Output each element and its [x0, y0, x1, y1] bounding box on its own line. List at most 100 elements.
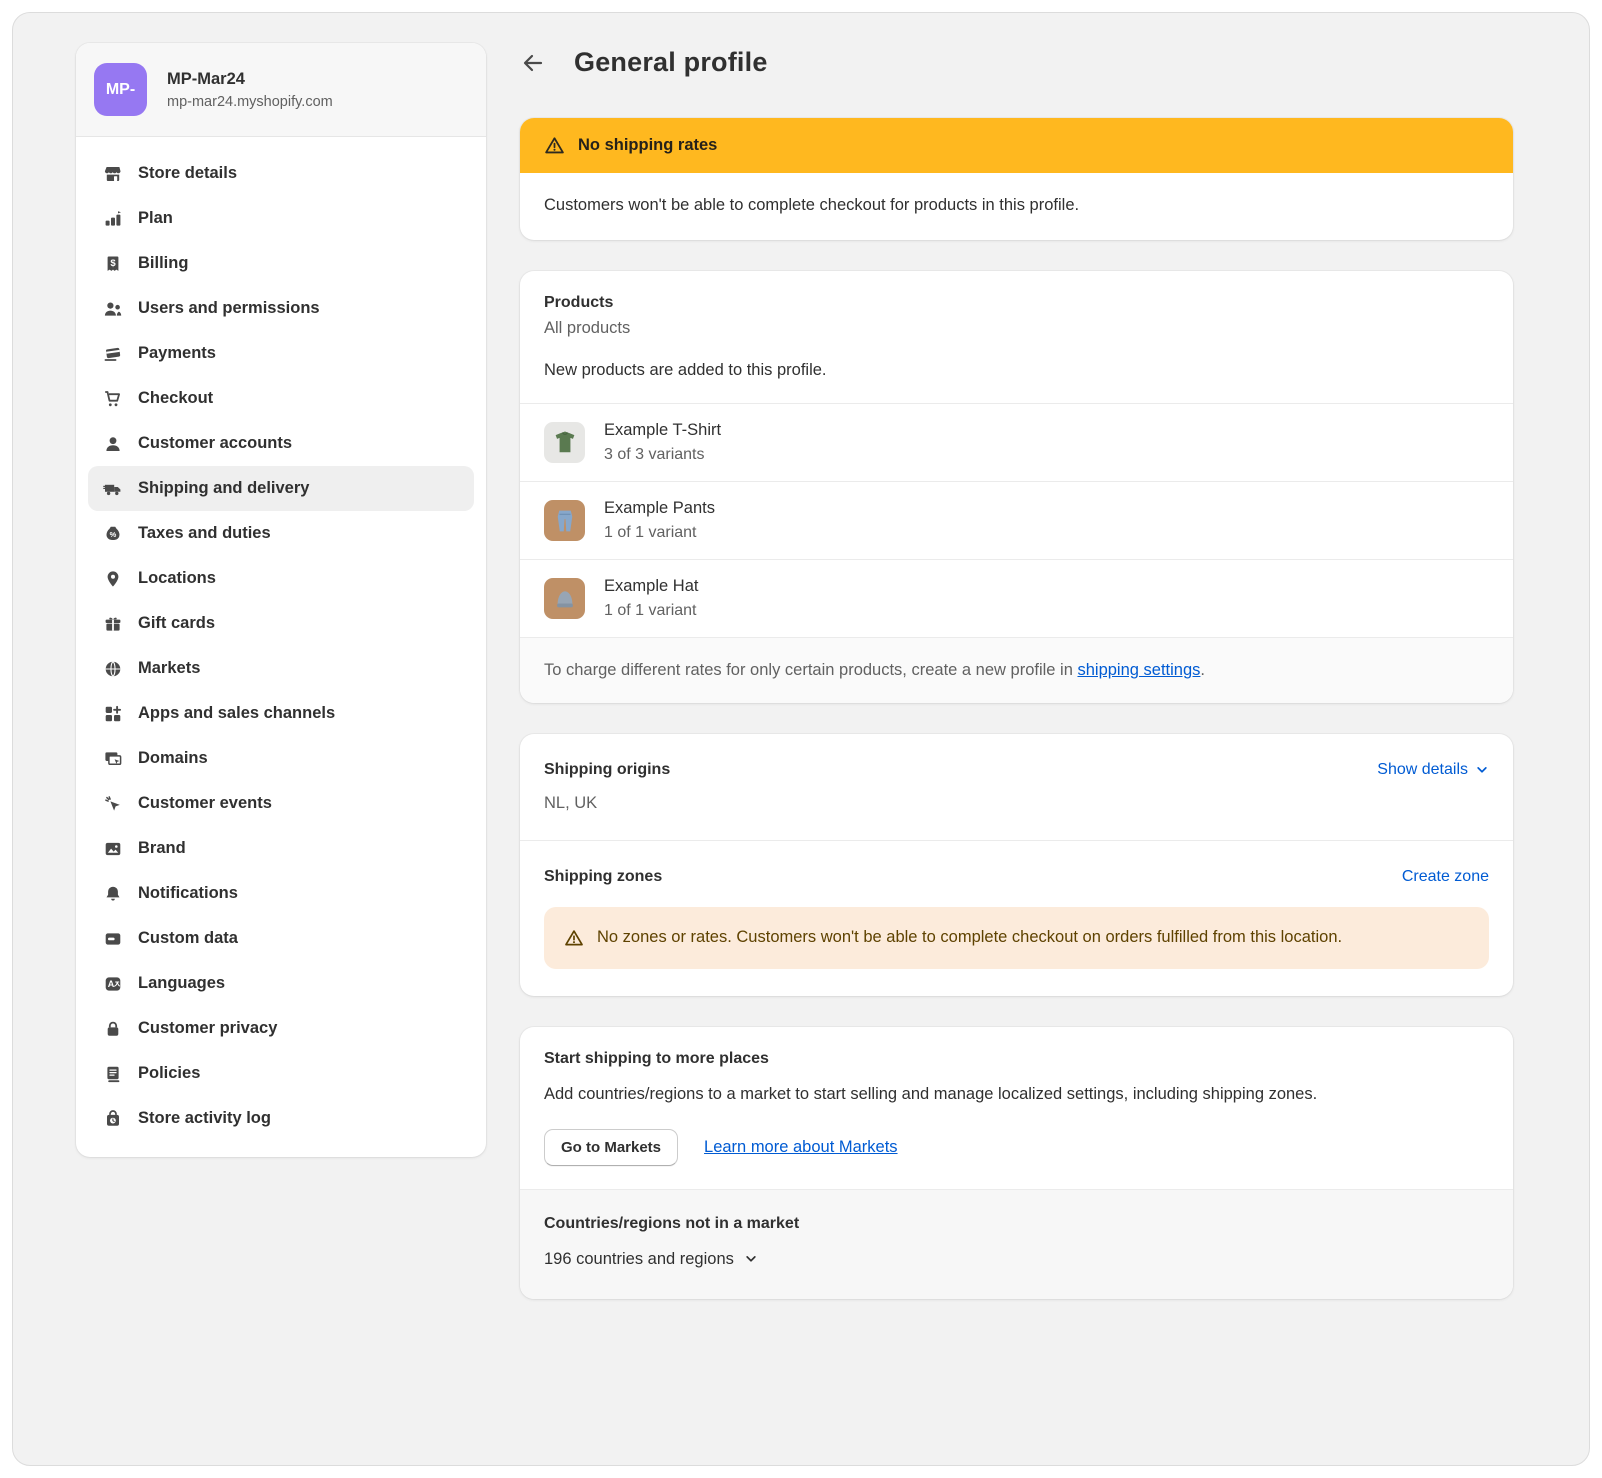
countries-footer: Countries/regions not in a market 196 co…	[520, 1189, 1513, 1299]
chevron-down-icon	[744, 1252, 758, 1266]
activity-icon	[103, 1109, 123, 1129]
payments-icon	[103, 344, 123, 364]
banner-body: Customers won't be able to complete chec…	[520, 173, 1513, 240]
product-row: Example T-Shirt 3 of 3 variants	[520, 403, 1513, 481]
page-header: General profile	[520, 47, 1513, 78]
gift-icon	[103, 614, 123, 634]
lang-icon	[103, 974, 123, 994]
learn-more-markets-link[interactable]: Learn more about Markets	[704, 1138, 898, 1157]
products-footer-period: .	[1200, 661, 1205, 679]
markets-section: Start shipping to more places Add countr…	[520, 1027, 1513, 1189]
tshirt-thumbnail	[544, 422, 585, 463]
sidebar-item-checkout[interactable]: Checkout	[88, 376, 474, 421]
page-title: General profile	[574, 47, 768, 78]
billing-icon	[103, 254, 123, 274]
sidebar-item-apps-and-sales-channels[interactable]: Apps and sales channels	[88, 691, 474, 736]
taxes-icon	[103, 524, 123, 544]
countries-count-disclosure[interactable]: 196 countries and regions	[544, 1250, 1489, 1269]
shipping-origins-title: Shipping origins	[544, 761, 670, 779]
products-footer-text: To charge different rates for only certa…	[544, 661, 1077, 679]
sidebar-item-brand[interactable]: Brand	[88, 826, 474, 871]
shipping-settings-link[interactable]: shipping settings	[1077, 661, 1200, 679]
countries-footer-title: Countries/regions not in a market	[544, 1215, 1489, 1233]
product-list: Example T-Shirt 3 of 3 variants Example …	[520, 403, 1513, 637]
product-variants: 1 of 1 variant	[604, 524, 715, 542]
sidebar-item-store-activity-log[interactable]: Store activity log	[88, 1096, 474, 1141]
pants-thumbnail	[544, 500, 585, 541]
product-name: Example T-Shirt	[604, 421, 721, 440]
chevron-down-icon	[1475, 763, 1489, 777]
shipping-origins-zones-card: Shipping origins Show details NL, UK Shi…	[520, 734, 1513, 996]
shipping-origins-value: NL, UK	[544, 794, 1489, 813]
events-icon	[103, 794, 123, 814]
shipping-icon	[103, 479, 123, 499]
settings-menu: Store details Plan Billing Users and per…	[76, 137, 486, 1157]
no-zones-warning-text: No zones or rates. Customers won't be ab…	[597, 925, 1342, 951]
sidebar-item-policies[interactable]: Policies	[88, 1051, 474, 1096]
products-card: Products All products New products are a…	[520, 271, 1513, 703]
sidebar-item-customer-privacy[interactable]: Customer privacy	[88, 1006, 474, 1051]
lock-icon	[103, 1019, 123, 1039]
sidebar-item-gift-cards[interactable]: Gift cards	[88, 601, 474, 646]
settings-page: MP- MP-Mar24 mp-mar24.myshopify.com Stor…	[12, 12, 1590, 1466]
store-icon	[103, 164, 123, 184]
sidebar-item-payments[interactable]: Payments	[88, 331, 474, 376]
markets-card: Start shipping to more places Add countr…	[520, 1027, 1513, 1299]
policies-icon	[103, 1064, 123, 1084]
warning-icon	[564, 928, 584, 948]
countries-count-label: 196 countries and regions	[544, 1250, 734, 1269]
show-details-button[interactable]: Show details	[1377, 761, 1489, 779]
warning-icon	[544, 135, 565, 156]
sidebar-item-customer-accounts[interactable]: Customer accounts	[88, 421, 474, 466]
shipping-zones-section: Shipping zones Create zone No zones or r…	[520, 840, 1513, 996]
store-info: MP-Mar24 mp-mar24.myshopify.com	[167, 70, 333, 110]
products-subtitle: All products	[544, 319, 1489, 338]
apps-icon	[103, 704, 123, 724]
show-details-label: Show details	[1377, 761, 1468, 779]
sidebar-item-markets[interactable]: Markets	[88, 646, 474, 691]
product-name: Example Pants	[604, 499, 715, 518]
sidebar-item-custom-data[interactable]: Custom data	[88, 916, 474, 961]
store-avatar: MP-	[94, 63, 147, 116]
sidebar-item-store-details[interactable]: Store details	[88, 151, 474, 196]
domains-icon	[103, 749, 123, 769]
back-button[interactable]	[520, 50, 546, 76]
no-zones-warning: No zones or rates. Customers won't be ab…	[544, 907, 1489, 969]
sidebar-item-languages[interactable]: Languages	[88, 961, 474, 1006]
product-variants: 1 of 1 variant	[604, 602, 698, 620]
banner-header: No shipping rates	[520, 118, 1513, 173]
sidebar-item-users-and-permissions[interactable]: Users and permissions	[88, 286, 474, 331]
shipping-origins-section: Shipping origins Show details NL, UK	[520, 734, 1513, 840]
customer-icon	[103, 434, 123, 454]
users-icon	[103, 299, 123, 319]
create-zone-button[interactable]: Create zone	[1402, 868, 1489, 886]
products-header: Products All products New products are a…	[520, 271, 1513, 403]
hat-thumbnail	[544, 578, 585, 619]
sidebar-item-locations[interactable]: Locations	[88, 556, 474, 601]
sidebar-item-taxes-and-duties[interactable]: Taxes and duties	[88, 511, 474, 556]
banner-title: No shipping rates	[578, 136, 717, 155]
create-zone-label: Create zone	[1402, 868, 1489, 886]
sidebar-item-domains[interactable]: Domains	[88, 736, 474, 781]
products-note: New products are added to this profile.	[544, 361, 1489, 380]
shipping-zones-title: Shipping zones	[544, 868, 662, 886]
store-name: MP-Mar24	[167, 70, 333, 89]
settings-sidebar: MP- MP-Mar24 mp-mar24.myshopify.com Stor…	[76, 43, 486, 1157]
brand-icon	[103, 839, 123, 859]
checkout-icon	[103, 389, 123, 409]
main-content: General profile No shipping rates Custom…	[520, 43, 1513, 1435]
sidebar-item-plan[interactable]: Plan	[88, 196, 474, 241]
sidebar-item-shipping-and-delivery[interactable]: Shipping and delivery	[88, 466, 474, 511]
no-shipping-rates-banner: No shipping rates Customers won't be abl…	[520, 118, 1513, 240]
store-header: MP- MP-Mar24 mp-mar24.myshopify.com	[76, 43, 486, 137]
product-row: Example Hat 1 of 1 variant	[520, 559, 1513, 637]
go-to-markets-button[interactable]: Go to Markets	[544, 1129, 678, 1166]
data-icon	[103, 929, 123, 949]
plan-icon	[103, 209, 123, 229]
products-footer: To charge different rates for only certa…	[520, 637, 1513, 703]
sidebar-item-billing[interactable]: Billing	[88, 241, 474, 286]
sidebar-item-customer-events[interactable]: Customer events	[88, 781, 474, 826]
markets-icon	[103, 659, 123, 679]
product-name: Example Hat	[604, 577, 698, 596]
sidebar-item-notifications[interactable]: Notifications	[88, 871, 474, 916]
